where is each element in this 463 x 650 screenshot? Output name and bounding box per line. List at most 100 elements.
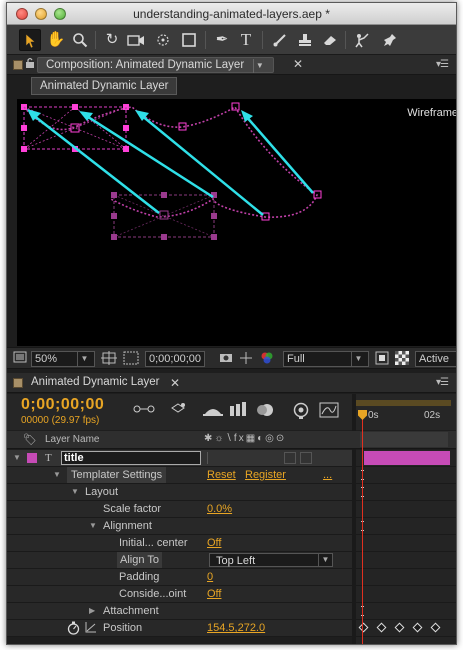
effect-row-templater-settings[interactable]: ▼ Templater Settings Reset Register ... — [7, 467, 352, 484]
reset-link[interactable]: Reset — [207, 467, 236, 483]
roto-brush-tool-icon[interactable] — [351, 29, 373, 51]
property-group-alignment[interactable]: ▼ Alignment — [7, 518, 352, 535]
scale-factor-value[interactable]: 0.0% — [207, 501, 232, 517]
position-keyframe[interactable] — [358, 622, 369, 633]
layer-breadcrumb-button[interactable]: Animated Dynamic Layer — [31, 77, 178, 95]
chevron-down-icon[interactable]: ▼ — [253, 59, 265, 73]
always-preview-icon[interactable] — [13, 351, 27, 367]
camera-tool-icon[interactable] — [125, 29, 147, 51]
current-time-field[interactable]: 0;00;00;00 — [145, 351, 205, 367]
track-row — [356, 569, 456, 586]
property-group-attachment[interactable]: ▶ Attachment — [7, 603, 352, 620]
close-icon[interactable]: ✕ — [293, 57, 303, 71]
frame-blending-icon[interactable] — [229, 402, 247, 421]
clone-stamp-tool-icon[interactable] — [294, 29, 316, 51]
panel-grip-icon[interactable] — [13, 378, 23, 388]
color-channels-icon[interactable] — [259, 351, 275, 367]
chevron-right-icon[interactable]: ▶ — [89, 603, 95, 619]
resolution-value: Full — [287, 353, 305, 365]
initial-center-value[interactable]: Off — [207, 535, 221, 551]
padding-value[interactable]: 0 — [207, 569, 213, 585]
window-title: understanding-animated-layers.aep * — [133, 7, 330, 21]
stopwatch-icon[interactable] — [67, 621, 80, 640]
composition-tab[interactable]: Composition: Animated Dynamic Layer ▼ — [37, 57, 275, 73]
zoom-tool-icon[interactable] — [69, 29, 91, 51]
about-link[interactable]: ... — [323, 467, 332, 483]
property-row-padding: Padding 0 — [7, 569, 352, 586]
playhead-line[interactable] — [362, 413, 363, 644]
pan-behind-tool-icon[interactable] — [152, 29, 174, 51]
timeline-tracks[interactable] — [356, 450, 456, 644]
resolution-dropdown[interactable]: Full ▼ — [283, 351, 369, 367]
register-link[interactable]: Register — [245, 467, 286, 483]
puppet-pin-tool-icon[interactable] — [379, 29, 401, 51]
composition-mini-flowchart-icon[interactable] — [133, 402, 155, 419]
selection-tool-icon[interactable] — [19, 29, 41, 51]
type-tool-icon[interactable]: T — [235, 29, 257, 51]
layer-row-title[interactable]: ▼ T title — [7, 450, 352, 467]
hand-tool-icon[interactable]: ✋ — [45, 29, 67, 51]
timeline-timecode[interactable]: 0;00;00;00 — [21, 396, 104, 414]
fast-preview-icon[interactable] — [375, 351, 389, 367]
brush-tool-icon[interactable] — [269, 29, 291, 51]
graph-editor-icon[interactable] — [319, 402, 339, 421]
transparency-grid-icon[interactable] — [395, 351, 409, 367]
chevron-down-icon[interactable]: ▼ — [71, 484, 79, 500]
label-tag-icon[interactable]: 🏷 — [23, 433, 37, 446]
composition-footer: 50% ▼ 0;00;00;00 Full ▼ Active — [7, 347, 456, 369]
work-area-bar[interactable] — [356, 400, 451, 406]
panel-grip-icon[interactable] — [13, 60, 23, 70]
window-close-button[interactable] — [16, 8, 28, 20]
app-window: understanding-animated-layers.aep * ✋ ↻ … — [6, 2, 457, 645]
rotation-tool-icon[interactable]: ↻ — [101, 29, 123, 51]
chevron-down-icon[interactable]: ▼ — [89, 518, 97, 534]
window-minimize-button[interactable] — [35, 8, 47, 20]
chevron-down-icon[interactable]: ▼ — [318, 554, 332, 566]
position-keyframe[interactable] — [376, 622, 387, 633]
chevron-down-icon[interactable]: ▼ — [77, 352, 91, 366]
property-row-consider-anchor-point: Conside...oint Off — [7, 586, 352, 603]
eraser-tool-icon[interactable] — [319, 29, 341, 51]
layer-name-column[interactable]: Layer Name — [45, 434, 99, 445]
layer-switches[interactable] — [207, 452, 347, 464]
position-value[interactable]: 154.5,272.0 — [207, 620, 265, 636]
region-of-interest-icon[interactable] — [123, 351, 139, 367]
align-to-dropdown[interactable]: Top Left ▼ — [209, 553, 333, 567]
layer-label-color[interactable] — [27, 453, 37, 463]
composition-viewer[interactable]: Wireframe — [17, 99, 456, 346]
time-navigator[interactable] — [360, 432, 448, 447]
graph-icon[interactable] — [85, 621, 97, 638]
zoom-dropdown[interactable]: 50% ▼ — [31, 351, 95, 367]
draft-3d-icon[interactable] — [169, 402, 187, 421]
mask-tool-icon[interactable] — [178, 29, 200, 51]
lock-icon[interactable] — [25, 57, 35, 72]
layer-duration-bar[interactable] — [364, 451, 450, 465]
chevron-down-icon[interactable]: ▼ — [351, 352, 365, 366]
chevron-down-icon[interactable]: ▼ — [53, 467, 61, 483]
snapshot-camera-icon[interactable] — [219, 351, 233, 367]
show-snapshot-icon[interactable] — [239, 351, 253, 367]
panel-menu-icon[interactable]: ▾☰ — [436, 59, 449, 70]
toolbar-separator — [95, 31, 96, 49]
property-name: Conside...oint — [119, 588, 187, 600]
window-zoom-button[interactable] — [54, 8, 66, 20]
pen-tool-icon[interactable]: ✒ — [211, 29, 233, 51]
timeline-tab-label[interactable]: Animated Dynamic Layer — [31, 376, 159, 388]
hide-shy-layers-icon[interactable] — [203, 402, 223, 421]
brainstorm-icon[interactable] — [291, 402, 311, 423]
close-icon[interactable]: ✕ — [170, 376, 180, 390]
title-action-safe-icon[interactable] — [101, 351, 117, 367]
ruler-label-1: 02s — [424, 410, 441, 421]
position-keyframe[interactable] — [430, 622, 441, 633]
active-camera-dropdown[interactable]: Active — [415, 351, 456, 367]
property-group-layout[interactable]: ▼ Layout — [7, 484, 352, 501]
position-keyframe[interactable] — [412, 622, 423, 633]
consider-anchor-point-value[interactable]: Off — [207, 586, 221, 602]
panel-menu-icon[interactable]: ▾☰ — [436, 377, 449, 388]
property-name: Position — [103, 622, 143, 634]
layer-name-field[interactable]: title — [61, 451, 201, 465]
motion-blur-icon[interactable] — [255, 402, 275, 421]
time-ruler[interactable]: 0s 02s — [356, 394, 451, 430]
chevron-down-icon[interactable]: ▼ — [13, 450, 21, 466]
position-keyframe[interactable] — [394, 622, 405, 633]
